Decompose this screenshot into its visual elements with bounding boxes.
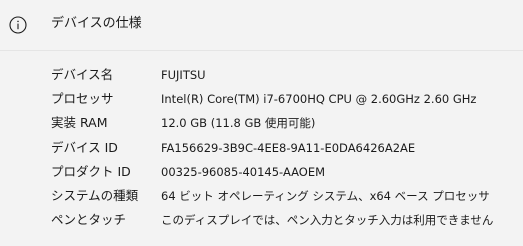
spec-value: FA156629-3B9C-4EE8-9A11-E0DA6426A2AE	[161, 140, 416, 155]
section-title: デバイスの仕様	[51, 16, 142, 31]
info-icon	[9, 16, 27, 34]
spec-row-product-id: プロダクト ID 00325-96085-40145-AAOEM	[0, 160, 523, 184]
spec-row-device-id: デバイス ID FA156629-3B9C-4EE8-9A11-E0DA6426…	[0, 136, 523, 160]
spec-row-system-type: システムの種類 64 ビット オペレーティング システム、x64 ベース プロセ…	[0, 184, 523, 208]
device-specs-header[interactable]: デバイスの仕様	[0, 0, 523, 50]
spec-label: ペンとタッチ	[51, 212, 127, 228]
spec-label: デバイス ID	[51, 139, 118, 155]
spec-value: このディスプレイでは、ペン入力とタッチ入力は利用できません	[161, 213, 494, 228]
spec-row-device-name: デバイス名 FUJITSU	[0, 63, 523, 87]
spec-label: デバイス名	[51, 67, 114, 82]
spec-row-installed-ram: 実装 RAM 12.0 GB (11.8 GB 使用可能)	[0, 111, 523, 135]
spec-list: デバイス名 FUJITSU プロセッサ Intel(R) Core(TM) i7…	[0, 63, 523, 232]
spec-value: FUJITSU	[161, 68, 206, 82]
spec-value: 64 ビット オペレーティング システム、x64 ベース プロセッサ	[161, 188, 490, 203]
spec-label: 実装 RAM	[51, 115, 108, 131]
spec-label: プロセッサ	[51, 91, 114, 107]
spec-row-pen-and-touch: ペンとタッチ このディスプレイでは、ペン入力とタッチ入力は利用できません	[0, 208, 523, 232]
header-divider	[0, 50, 523, 51]
spec-value: 12.0 GB (11.8 GB 使用可能)	[161, 116, 316, 131]
spec-row-processor: プロセッサ Intel(R) Core(TM) i7-6700HQ CPU @ …	[0, 87, 523, 111]
spec-value: 00325-96085-40145-AAOEM	[161, 164, 326, 179]
spec-value: Intel(R) Core(TM) i7-6700HQ CPU @ 2.60GH…	[161, 92, 477, 107]
spec-label: システムの種類	[51, 187, 139, 203]
spec-label: プロダクト ID	[51, 163, 131, 179]
